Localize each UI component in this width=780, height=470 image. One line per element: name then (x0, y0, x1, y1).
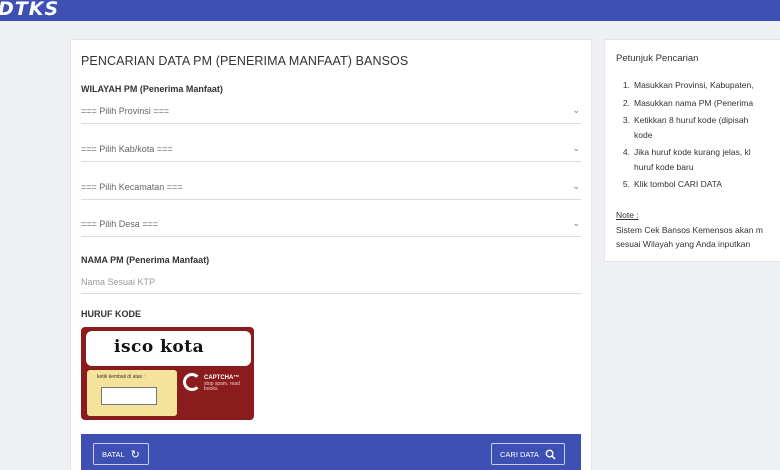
note-line: sesuai Wilayah yang Anda inputkan (616, 238, 751, 249)
list-item: 1. Masukkan Provinsi, Kabupaten, (616, 78, 780, 93)
desa-select-value: === Pilih Desa === (81, 219, 159, 229)
step-number: 5. (622, 179, 630, 189)
kode-label: HURUF KODE (81, 309, 141, 319)
chevron-down-icon: ⌄ (572, 181, 580, 191)
captcha-brand-tagline: stop spam. read books. (204, 381, 240, 392)
wilayah-label: WILAYAH PM (Penerima Manfaat) (81, 84, 223, 94)
page-title: PENCARIAN DATA PM (PENERIMA MANFAAT) BAN… (81, 54, 409, 68)
captcha-image: isco kota (86, 331, 251, 366)
instructions-card: Petunjuk Pencarian 1. Masukkan Provinsi,… (604, 39, 780, 262)
provinsi-select[interactable]: === Pilih Provinsi === ⌄ (81, 104, 581, 124)
cancel-button-label: BATAL (102, 449, 125, 459)
refresh-icon: ↻ (130, 448, 140, 461)
list-item: 4. Jika huruf kode kurang jelas, kl huru… (616, 145, 780, 174)
step-text: huruf kode baru (634, 161, 694, 172)
step-number: 3. (622, 115, 630, 125)
step-number: 1. (622, 80, 630, 90)
dtks-logo[interactable]: DTKS (0, 0, 59, 20)
search-button-label: CARI DATA (500, 449, 539, 459)
note-line: Sistem Cek Bansos Kemensos akan m (616, 225, 763, 235)
captcha-input[interactable] (101, 387, 157, 405)
step-text: Masukkan Provinsi, Kabupaten, (634, 80, 754, 90)
captcha-brand: CAPTCHA™ stop spam. read books. (182, 371, 250, 415)
captcha-widget: isco kota ketik kembali di atas : CAPTCH… (81, 327, 254, 420)
form-action-bar: BATAL ↻ CARI DATA (81, 434, 581, 470)
chevron-down-icon: ⌄ (572, 143, 580, 153)
step-text: Jika huruf kode kurang jelas, kl (634, 147, 751, 157)
kabkota-select[interactable]: === Pilih Kab/kota === ⌄ (81, 142, 581, 162)
note-text: Sistem Cek Bansos Kemensos akan m sesuai… (616, 224, 780, 251)
search-form-card: PENCARIAN DATA PM (PENERIMA MANFAAT) BAN… (70, 39, 592, 470)
chevron-down-icon: ⌄ (572, 218, 580, 228)
kecamatan-select-value: === Pilih Kecamatan === (81, 182, 183, 192)
search-button[interactable]: CARI DATA (491, 443, 565, 465)
nama-input-placeholder: Nama Sesuai KTP (81, 277, 156, 287)
kecamatan-select[interactable]: === Pilih Kecamatan === ⌄ (81, 180, 581, 200)
nama-label: NAMA PM (Penerima Manfaat) (81, 255, 210, 265)
instructions-title: Petunjuk Pencarian (616, 53, 699, 64)
step-text: Klik tombol CARI DATA (634, 179, 723, 189)
provinsi-select-value: === Pilih Provinsi === (81, 106, 170, 116)
search-icon (545, 449, 556, 460)
instructions-list: 1. Masukkan Provinsi, Kabupaten, 2. Masu… (616, 78, 780, 195)
step-text: Masukkan nama PM (Penerima (634, 97, 754, 108)
note-title: Note : (616, 210, 639, 220)
nama-input[interactable]: Nama Sesuai KTP (81, 274, 581, 294)
refresh-icon[interactable] (183, 373, 201, 391)
step-number: 2. (622, 97, 630, 108)
chevron-down-icon: ⌄ (572, 105, 580, 115)
list-item: 5. Klik tombol CARI DATA (616, 177, 780, 192)
list-item: 2. Masukkan nama PM (Penerima (616, 96, 780, 111)
cancel-button[interactable]: BATAL ↻ (93, 443, 149, 465)
step-number: 4. (622, 147, 630, 157)
kabkota-select-value: === Pilih Kab/kota === (81, 144, 173, 154)
desa-select[interactable]: === Pilih Desa === ⌄ (81, 217, 581, 237)
step-text: kode (634, 129, 653, 140)
captcha-input-area: ketik kembali di atas : (87, 370, 177, 416)
step-text: Ketikkan 8 huruf kode (dipisah (634, 115, 749, 125)
list-item: 3. Ketikkan 8 huruf kode (dipisah kode (616, 113, 780, 142)
captcha-words: isco kota (114, 337, 205, 357)
top-bar: DTKS (0, 0, 780, 21)
captcha-input-label: ketik kembali di atas : (97, 374, 145, 380)
